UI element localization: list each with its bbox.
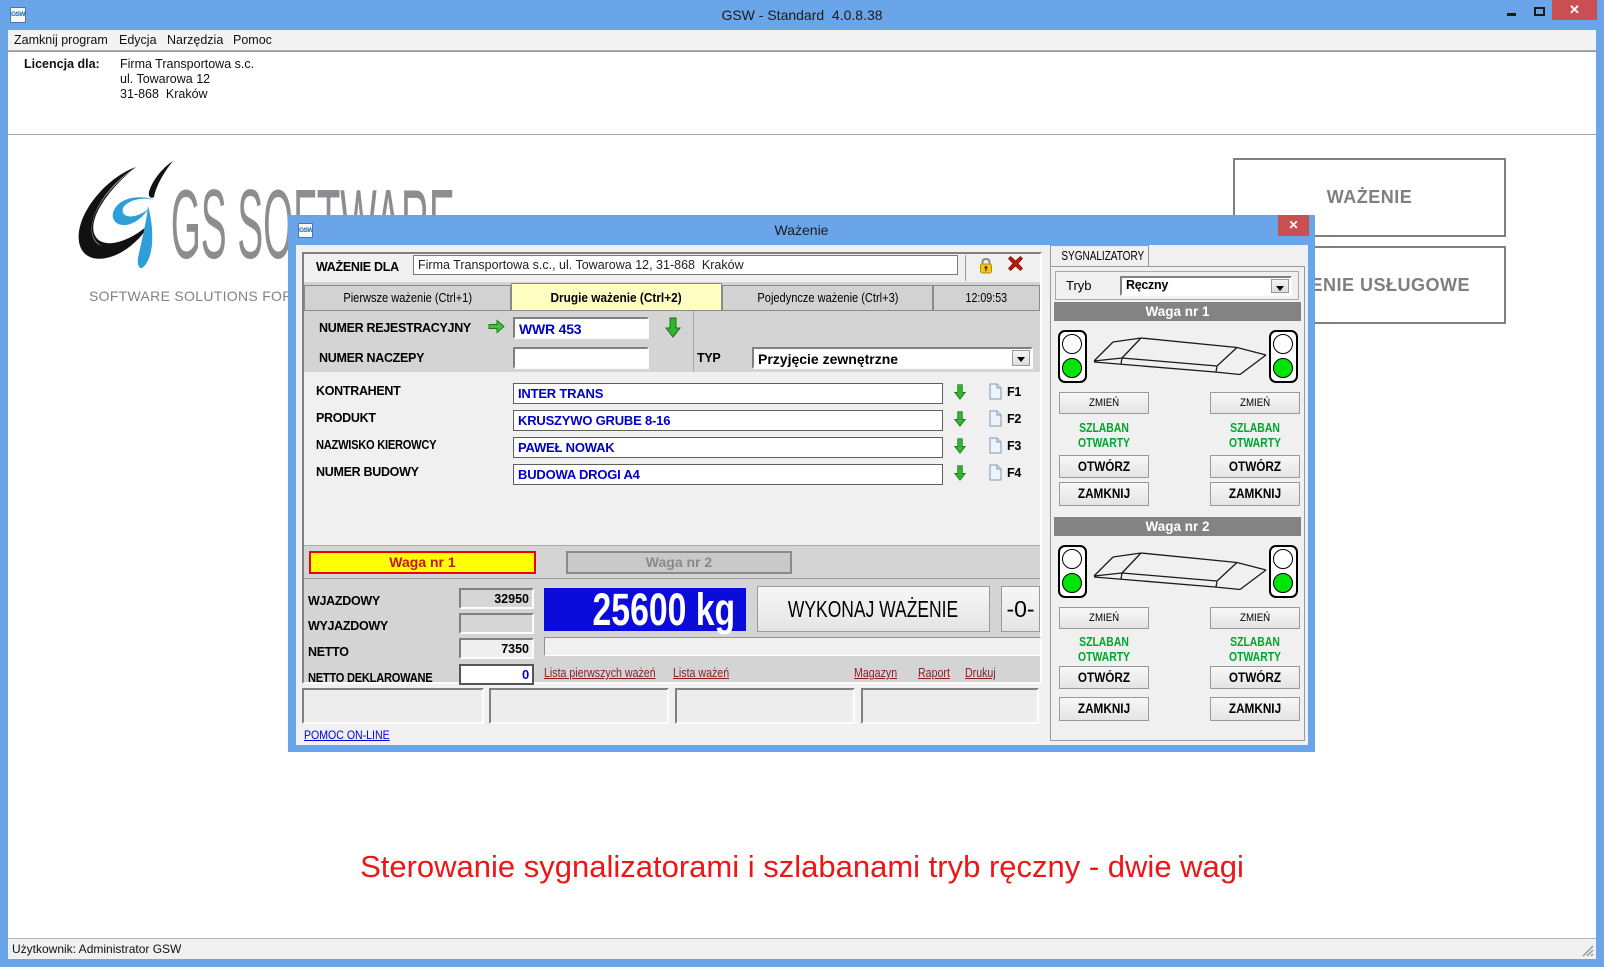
svg-text:SOFTWARE SOLUTIONS FOR B: SOFTWARE SOLUTIONS FOR B [89, 288, 306, 304]
